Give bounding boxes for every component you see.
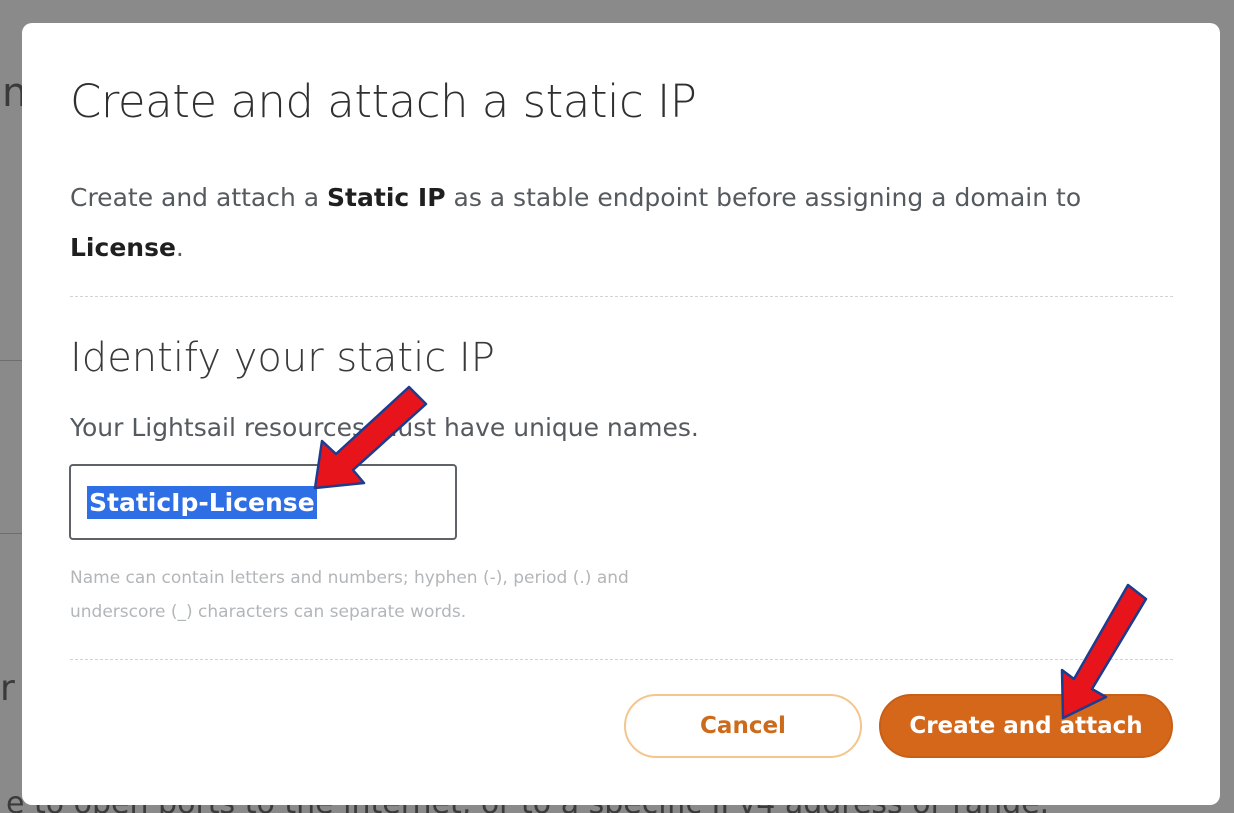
description-text: Create and attach a — [70, 183, 328, 212]
create-static-ip-dialog: Create and attach a static IP Create and… — [22, 23, 1220, 805]
background-fragment: r — [0, 668, 15, 709]
description-text: . — [175, 233, 184, 262]
description-bold-static-ip: Static IP — [327, 183, 446, 212]
dialog-description: Create and attach a Static IP as a stabl… — [70, 173, 1090, 273]
name-hint-line: Name can contain letters and numbers; hy… — [70, 568, 629, 588]
description-bold-license: License — [70, 233, 176, 262]
dialog-title: Create and attach a static IP — [70, 75, 697, 128]
static-ip-name-value: StaticIp-License — [87, 485, 317, 519]
background-divider — [0, 360, 24, 361]
section-title: Identify your static IP — [70, 335, 495, 381]
helper-text: Your Lightsail resources must have uniqu… — [70, 413, 699, 442]
create-and-attach-button[interactable]: Create and attach — [879, 694, 1173, 758]
cancel-button[interactable]: Cancel — [624, 694, 862, 758]
description-text: as a stable endpoint before assigning a … — [445, 183, 1082, 212]
footer-divider — [70, 659, 1173, 660]
section-divider — [70, 296, 1173, 297]
name-hint: Name can contain letters and numbers; hy… — [70, 561, 830, 629]
static-ip-name-input[interactable]: StaticIp-License — [69, 464, 457, 540]
background-divider — [0, 533, 24, 534]
name-hint-line: underscore (_) characters can separate w… — [70, 602, 467, 622]
